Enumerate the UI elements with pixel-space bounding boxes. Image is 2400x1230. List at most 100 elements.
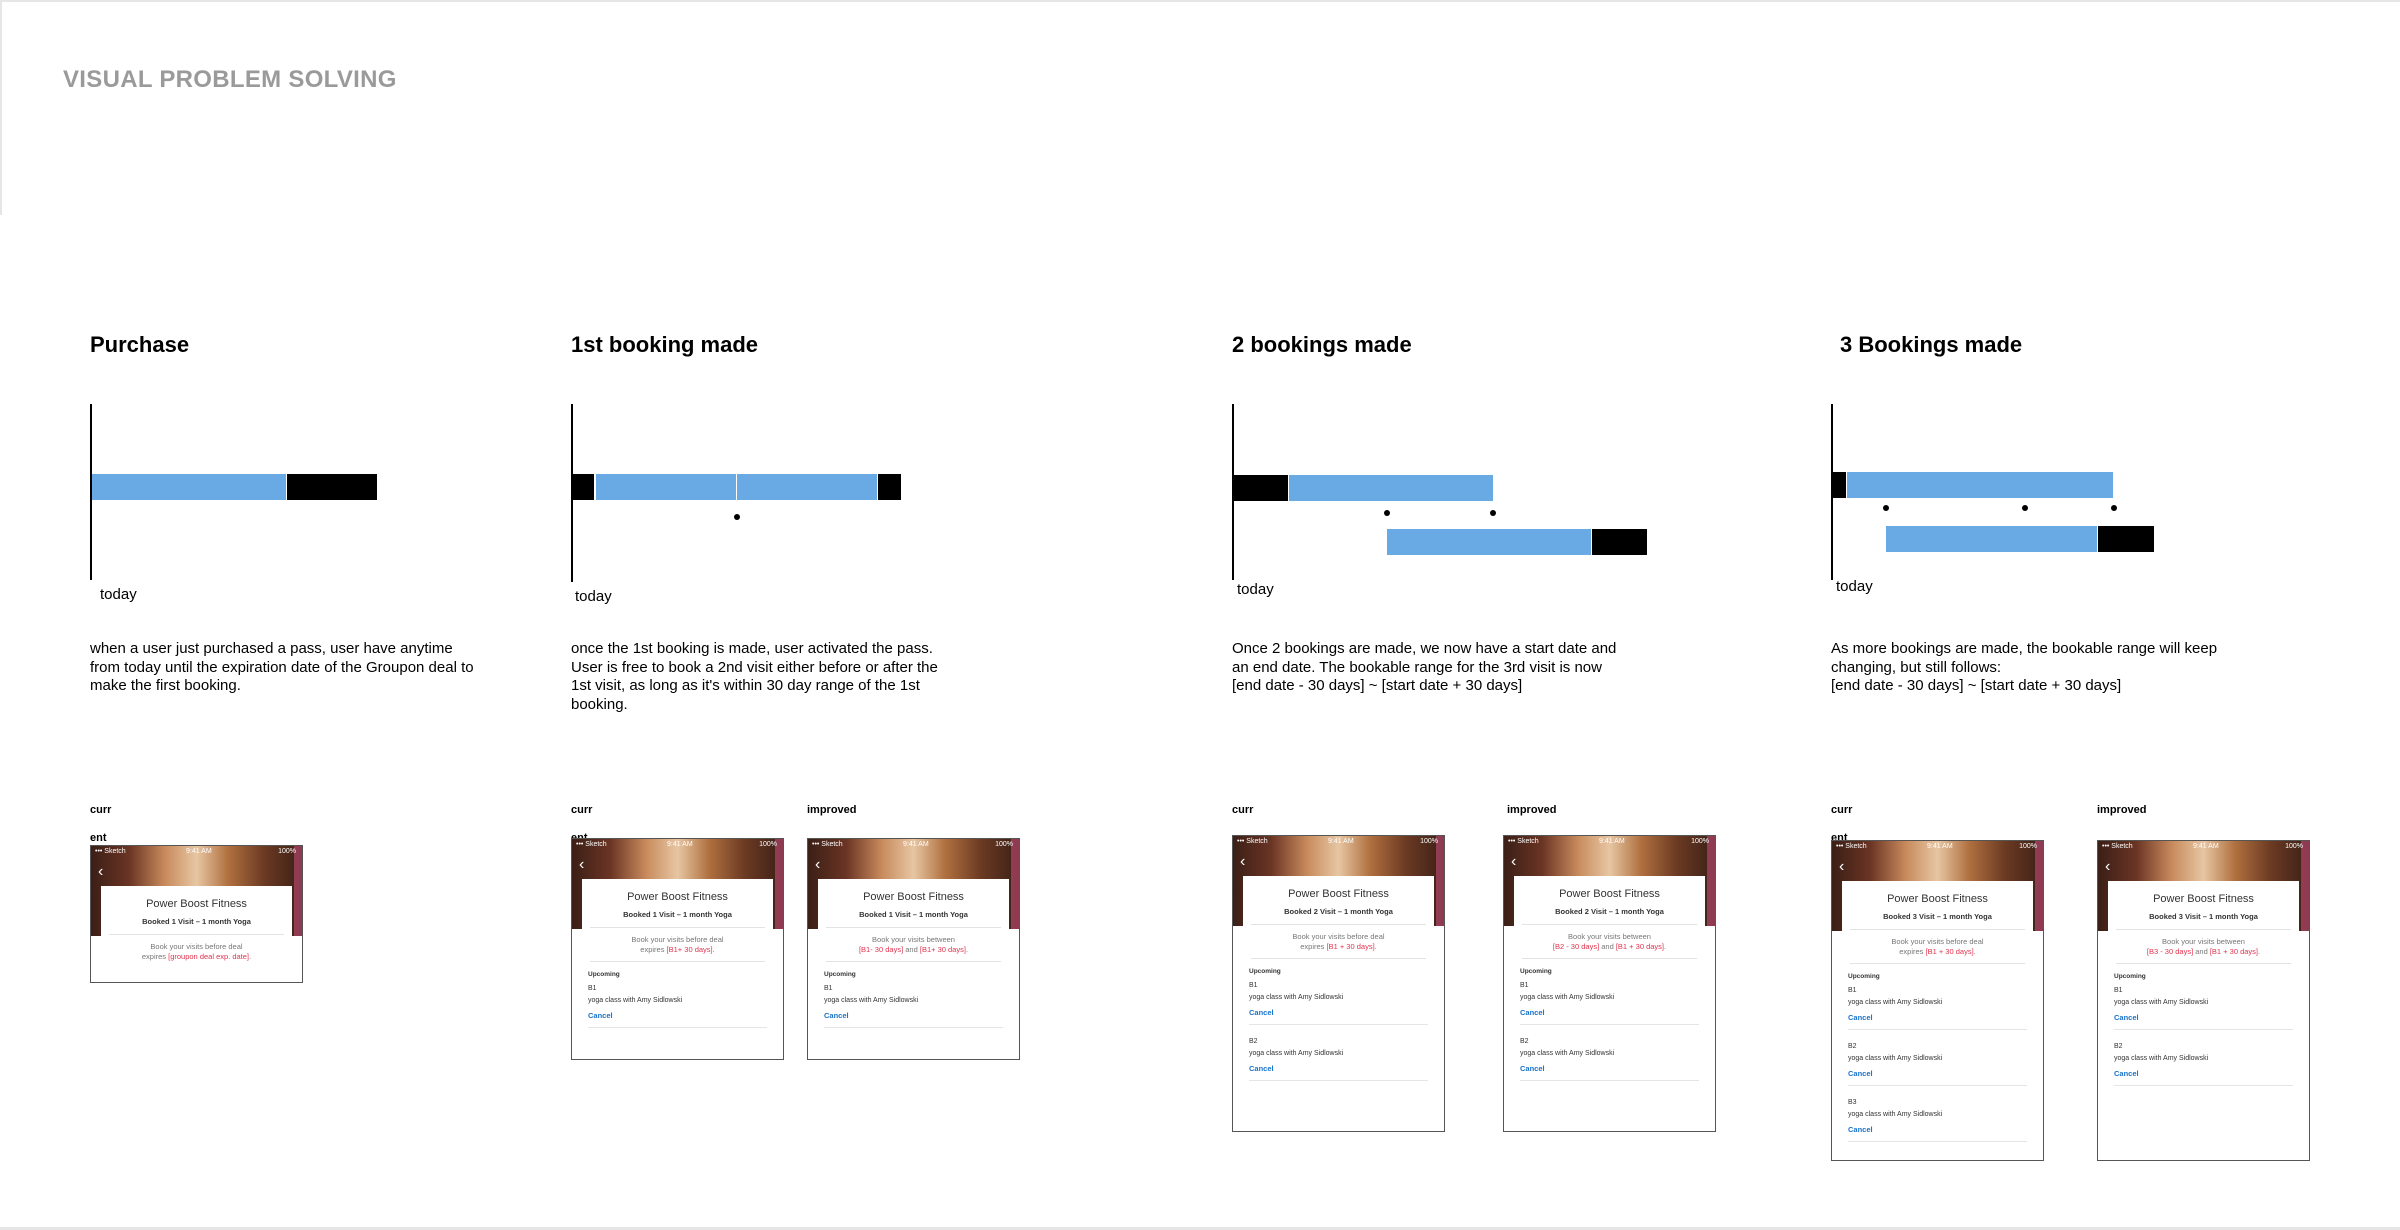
back-chevron-icon[interactable]: ‹ — [2105, 859, 2110, 875]
status-signal: ••• Sketch — [576, 841, 607, 848]
back-chevron-icon[interactable]: ‹ — [1240, 854, 1245, 870]
booking-separator — [1848, 1085, 2027, 1086]
bookable-range-bar — [1289, 475, 1493, 501]
cancel-booking-link[interactable]: Cancel — [1249, 1008, 1274, 1017]
booking-class: yoga class with Amy Sidlowski — [2114, 1055, 2209, 1062]
booking-separator — [1249, 1024, 1428, 1025]
booking-class: yoga class with Amy Sidlowski — [1520, 1050, 1615, 1057]
upcoming-heading: Upcoming — [1848, 973, 1880, 980]
booking-class: yoga class with Amy Sidlowski — [1249, 1050, 1344, 1057]
booking-id: B1 — [1848, 987, 1857, 994]
status-bar: ••• Sketch 9:41 AM 100% — [91, 848, 302, 858]
column-title-purchase: Purchase — [90, 332, 190, 357]
back-chevron-icon[interactable]: ‹ — [1511, 854, 1516, 870]
note-text: Book your visits before deal — [631, 935, 724, 944]
blocked-range-bar — [1833, 472, 1846, 498]
status-time: 9:41 AM — [667, 841, 693, 848]
cancel-booking-link[interactable]: Cancel — [1848, 1125, 1873, 1134]
booking-separator — [1520, 1024, 1699, 1025]
cancel-booking-link[interactable]: Cancel — [1249, 1064, 1274, 1073]
booking-class: yoga class with Amy Sidlowski — [824, 997, 919, 1004]
upcoming-heading: Upcoming — [2114, 973, 2146, 980]
cancel-booking-link[interactable]: Cancel — [1848, 1069, 1873, 1078]
booked-summary: Booked 1 Visit – 1 month Yoga — [859, 910, 968, 919]
booking-id: B2 — [2114, 1043, 2123, 1050]
page-title: VISUAL PROBLEM SOLVING — [63, 66, 397, 93]
improved-label: improved — [807, 804, 857, 816]
card-divider — [1522, 924, 1697, 925]
deal-card: Power Boost Fitness Booked 3 Visit – 1 mo… — [1842, 881, 2033, 1160]
booking-window-note: Book your visits before deal expires [B1+… — [590, 935, 765, 955]
cancel-booking-link[interactable]: Cancel — [1848, 1013, 1873, 1022]
booking-id: B2 — [1848, 1043, 1857, 1050]
status-time: 9:41 AM — [186, 848, 212, 855]
note-text: . — [249, 952, 252, 961]
status-time: 9:41 AM — [1927, 843, 1953, 850]
upcoming-heading: Upcoming — [824, 971, 856, 978]
booking-id: B1 — [1520, 982, 1529, 989]
back-chevron-icon[interactable]: ‹ — [1839, 859, 1844, 875]
note-text: and — [1599, 942, 1616, 951]
back-chevron-icon[interactable]: ‹ — [579, 857, 584, 873]
cancel-booking-link[interactable]: Cancel — [2114, 1069, 2139, 1078]
cancel-booking-link[interactable]: Cancel — [2114, 1013, 2139, 1022]
note-text: . — [1973, 947, 1976, 956]
booking-window-note: Book your visits between [B1- 30 days] a… — [826, 935, 1001, 955]
cancel-booking-link[interactable]: Cancel — [1520, 1064, 1545, 1073]
booking-class: yoga class with Amy Sidlowski — [1848, 999, 1943, 1006]
note-text: . — [712, 945, 715, 954]
back-chevron-icon[interactable]: ‹ — [815, 857, 820, 873]
note-text: Book your visits before deal — [1891, 937, 1984, 946]
card-divider — [826, 927, 1001, 928]
status-bar: ••• Sketch 9:41 AM 100% — [1832, 843, 2043, 853]
phone-3-current: ••• Sketch 9:41 AM 100% ‹ Power Boost Fitnes… — [1831, 840, 2044, 1161]
note-text: Book your visits before deal — [1292, 932, 1385, 941]
deal-card: Power Boost Fitness Booked 1 Visit – 1 mo… — [101, 886, 292, 982]
status-battery: 100% — [995, 841, 1013, 848]
note-text: . — [1664, 942, 1667, 951]
booked-summary: Booked 1 Visit – 1 month Yoga — [142, 917, 251, 926]
improved-label: improved — [2097, 804, 2147, 816]
booking-dot-b1 — [1384, 510, 1390, 516]
current-label-overflow: ent — [90, 832, 107, 844]
status-signal: ••• Sketch — [1237, 838, 1268, 845]
upcoming-heading: Upcoming — [1520, 968, 1552, 975]
status-time: 9:41 AM — [1328, 838, 1354, 845]
card-divider — [590, 961, 765, 962]
note-text: . — [1374, 942, 1377, 951]
gym-name: Power Boost Fitness — [2153, 893, 2254, 905]
note-text: expires — [640, 945, 667, 954]
bookable-range-bar — [92, 474, 286, 500]
note-text: Book your visits between — [872, 935, 955, 944]
card-divider — [1850, 963, 2025, 964]
card-divider — [826, 961, 1001, 962]
booking-dot-b2 — [1490, 510, 1496, 516]
note-highlight: [B1 + 30 days] — [1925, 947, 1974, 956]
booking-window-note: Book your visits between [B2 - 30 days] a… — [1522, 932, 1697, 952]
gym-name: Power Boost Fitness — [146, 898, 247, 910]
current-label: curr — [90, 804, 112, 816]
back-chevron-icon[interactable]: ‹ — [98, 864, 103, 880]
column-title-2-bookings: 2 bookings made — [1232, 332, 1412, 357]
current-label: curr — [1831, 804, 1853, 816]
note-highlight: [B3 - 30 days] — [2146, 947, 2194, 956]
booking-separator — [588, 1027, 767, 1028]
booking-id: B1 — [824, 985, 833, 992]
card-divider — [1522, 958, 1697, 959]
status-bar: ••• Sketch 9:41 AM 100% — [572, 841, 783, 851]
cancel-booking-link[interactable]: Cancel — [1520, 1008, 1545, 1017]
booking-separator — [1249, 1080, 1428, 1081]
column-description: As more bookings are made, the bookable … — [1831, 640, 2218, 694]
cancel-booking-link[interactable]: Cancel — [588, 1011, 613, 1020]
frame-left-edge — [0, 0, 2, 215]
deal-card: Power Boost Fitness Booked 1 Visit – 1 mo… — [582, 879, 773, 1059]
booked-summary: Booked 3 Visit – 1 month Yoga — [2149, 912, 2258, 921]
cancel-booking-link[interactable]: Cancel — [824, 1011, 849, 1020]
status-battery: 100% — [2285, 843, 2303, 850]
booking-id: B3 — [1848, 1099, 1857, 1106]
card-divider — [2116, 929, 2291, 930]
status-signal: ••• Sketch — [812, 841, 843, 848]
card-divider — [1251, 924, 1426, 925]
blocked-range-bar — [287, 474, 377, 500]
deal-card: Power Boost Fitness Booked 3 Visit – 1 mo… — [2108, 881, 2299, 1160]
